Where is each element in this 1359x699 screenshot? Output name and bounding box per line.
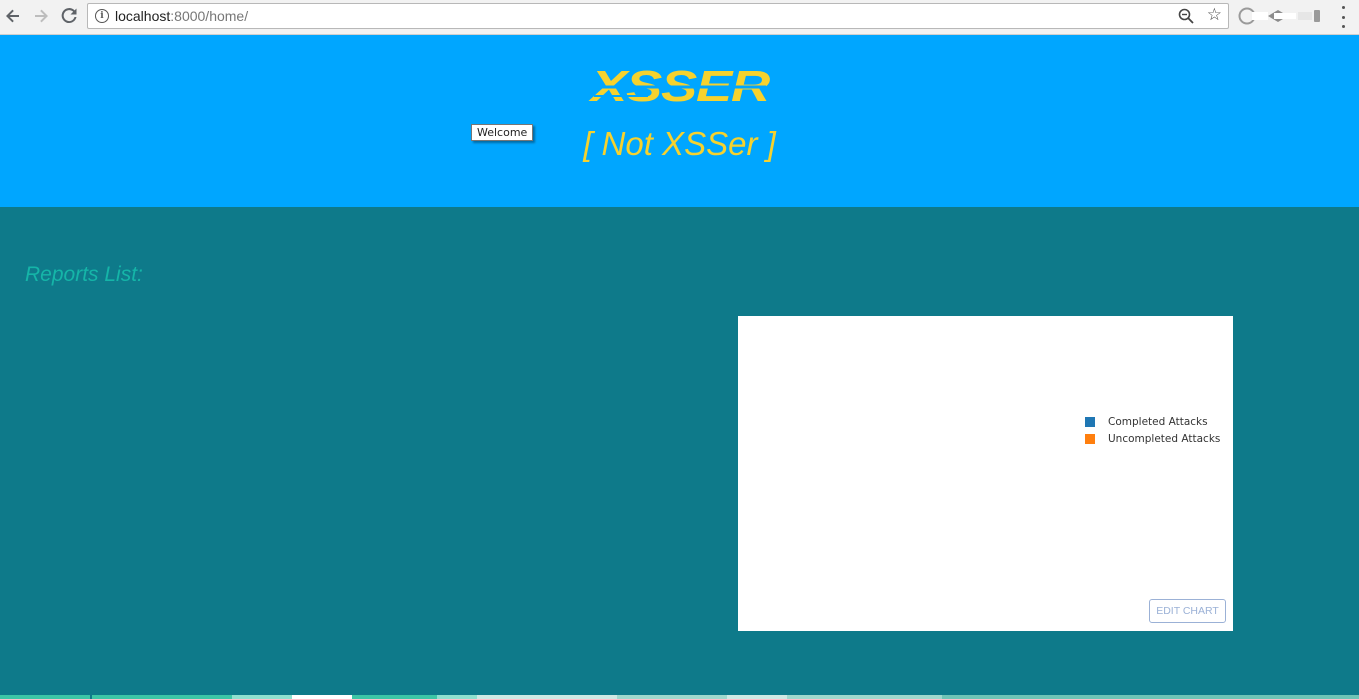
browser-menu-icon[interactable] xyxy=(1337,6,1349,28)
forward-arrow-icon[interactable] xyxy=(30,5,52,27)
xsser-logo: XSSER xyxy=(587,62,772,111)
legend-swatch-completed xyxy=(1085,416,1095,427)
reload-icon[interactable] xyxy=(58,5,80,27)
legend-item-completed[interactable]: Completed Attacks xyxy=(1085,413,1220,430)
welcome-tooltip: Welcome xyxy=(471,124,534,141)
zoom-icon[interactable] xyxy=(1177,7,1195,25)
browser-toolbar: i localhost:8000/home/ ☆ xyxy=(0,0,1359,35)
page-subtitle: [ Not XSSer ] xyxy=(583,125,776,162)
legend-label-uncompleted: Uncompleted Attacks xyxy=(1108,432,1221,445)
back-arrow-icon[interactable] xyxy=(2,5,24,27)
extensions-area[interactable] xyxy=(1238,7,1322,25)
edit-chart-button[interactable]: EDIT CHART xyxy=(1149,599,1226,623)
site-header: XSSER [ Not XSSer ] Welcome xyxy=(0,35,1359,207)
attacks-chart: Completed Attacks Uncompleted Attacks ED… xyxy=(738,316,1233,631)
bookmark-star-icon[interactable]: ☆ xyxy=(1207,5,1222,25)
info-icon[interactable]: i xyxy=(95,9,109,23)
url-text: localhost:8000/home/ xyxy=(115,8,249,24)
legend-label-completed: Completed Attacks xyxy=(1108,415,1208,428)
legend-item-uncompleted[interactable]: Uncompleted Attacks xyxy=(1085,430,1220,447)
legend-swatch-uncompleted xyxy=(1085,433,1095,444)
address-bar[interactable]: i localhost:8000/home/ ☆ xyxy=(87,3,1229,29)
reports-list-heading: Reports List: xyxy=(25,263,143,286)
chart-legend: Completed Attacks Uncompleted Attacks xyxy=(1085,413,1220,447)
bottom-taskbar-strip xyxy=(0,695,1359,699)
